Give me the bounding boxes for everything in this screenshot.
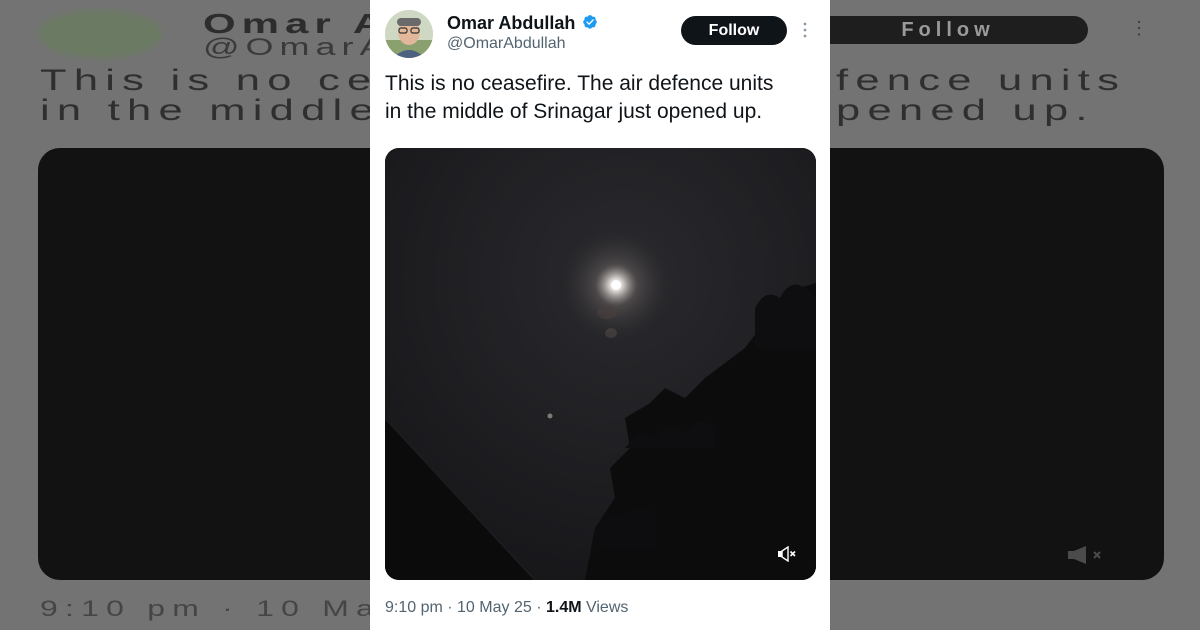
tweet-text-line-1: This is no ceasefire. The air defence un… <box>385 72 774 95</box>
views-count: 1.4M <box>545 599 582 616</box>
background-follow: Follow <box>808 16 1088 44</box>
tweet-text: This is no ceasefire. The air defence un… <box>385 70 815 126</box>
author-avatar[interactable] <box>385 10 433 58</box>
speaker-muted-icon[interactable] <box>777 546 797 562</box>
background-text-left-line-2: in the middle <box>40 94 381 127</box>
tweet-text-line-2: in the middle of Srinagar just opened up… <box>385 100 763 123</box>
verified-badge-icon <box>583 15 597 29</box>
views-label: Views <box>581 599 629 616</box>
background-text-left-line-1: This is no cea <box>40 64 410 97</box>
video-player[interactable] <box>385 148 816 580</box>
more-options-icon[interactable] <box>801 20 809 40</box>
author-display-name[interactable]: Omar Abdullah <box>447 12 575 34</box>
tweet-meta: 9:10 pm · 10 May 25 · 1.4M Views <box>385 598 628 618</box>
background-text-right: fence units pened up. <box>836 66 1126 126</box>
background-text-left: This is no cea in the middle <box>40 66 410 126</box>
background-text-right-line-1: fence units <box>836 64 1127 97</box>
background-avatar <box>38 10 162 58</box>
follow-button[interactable]: Follow <box>681 16 787 45</box>
background-mute-icon <box>1066 546 1106 564</box>
background-handle: @OmarA <box>203 34 390 61</box>
background-timestamp: 9:10 pm · 10 Ma <box>40 596 382 621</box>
background-more-icon: ⋮ <box>1130 18 1148 38</box>
tweet-card: Omar Abdullah @OmarAbdullah Follow This … <box>370 0 830 630</box>
author-handle[interactable]: @OmarAbdullah <box>447 34 566 54</box>
background-text-right-line-2: pened up. <box>836 94 1095 127</box>
night-sky-video-frame <box>385 148 816 580</box>
tweet-timestamp[interactable]: 9:10 pm · 10 May 25 <box>385 599 532 616</box>
meta-separator: · <box>531 599 546 616</box>
